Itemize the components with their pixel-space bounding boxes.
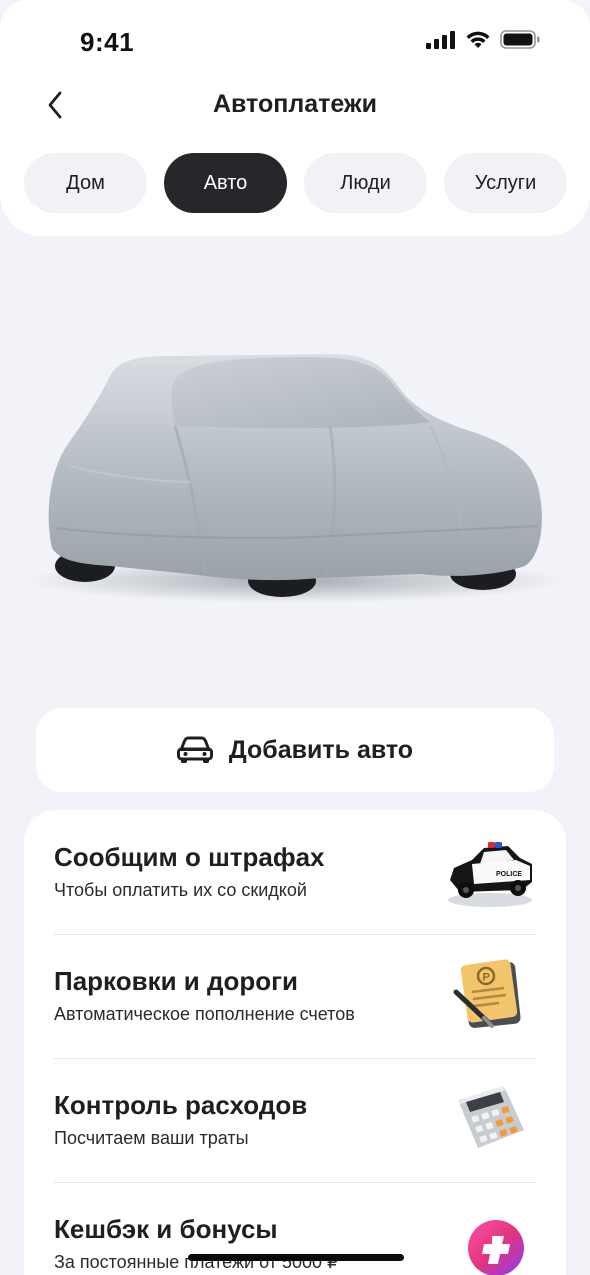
feature-cashback[interactable]: Кешбэк и бонусы За постоянные платежи от… — [54, 1182, 536, 1275]
police-car-icon: POLICE — [448, 842, 532, 907]
add-car-button[interactable]: Добавить авто — [36, 708, 554, 792]
tab-services[interactable]: Услуги — [444, 153, 567, 213]
wifi-icon — [466, 31, 490, 48]
battery-icon — [500, 30, 540, 49]
feature-title: Контроль расходов — [54, 1090, 308, 1120]
status-time: 9:41 — [80, 27, 135, 57]
feature-title: Сообщим о штрафах — [54, 842, 325, 872]
covered-car-image — [25, 354, 565, 603]
feature-fines[interactable]: Сообщим о штрафах Чтобы оплатить их со с… — [54, 810, 536, 934]
add-car-label: Добавить авто — [228, 735, 414, 764]
header-card: 9:41 Автоплатежи Дом Авто Люди Услуги — [0, 0, 590, 236]
tab-people[interactable]: Люди — [304, 153, 427, 213]
app-screen: 9:41 Автоплатежи Дом Авто Люди Услуги До… — [0, 0, 590, 1275]
home-indicator[interactable] — [188, 1254, 404, 1261]
navigation-bar: Автоплатежи — [0, 76, 590, 136]
feature-subtitle: Посчитаем ваши траты — [54, 1128, 249, 1148]
tab-home[interactable]: Дом — [24, 153, 147, 213]
svg-text:P: P — [483, 972, 490, 984]
status-icons — [426, 30, 540, 49]
feature-title: Кешбэк и бонусы — [54, 1214, 278, 1244]
feature-title: Парковки и дороги — [54, 966, 298, 996]
feature-subtitle: Чтобы оплатить их со скидкой — [54, 880, 307, 900]
feature-subtitle: Автоматическое пополнение счетов — [54, 1004, 355, 1024]
signal-icon — [426, 30, 455, 49]
covered-car-illustration — [0, 236, 590, 706]
calculator-icon — [458, 1086, 524, 1148]
page-title: Автоплатежи — [212, 90, 378, 118]
car-icon — [176, 736, 213, 763]
status-bar: 9:41 — [0, 0, 590, 80]
tab-auto[interactable]: Авто — [164, 153, 287, 213]
svg-text:POLICE: POLICE — [496, 871, 522, 878]
category-tabs: Дом Авто Люди Услуги — [24, 153, 569, 213]
cashback-plus-icon — [468, 1220, 524, 1275]
feature-parking[interactable]: Парковки и дороги Автоматическое пополне… — [54, 934, 536, 1058]
feature-expenses[interactable]: Контроль расходов Посчитаем ваши траты — [54, 1058, 536, 1182]
features-list: Сообщим о штрафах Чтобы оплатить их со с… — [24, 810, 566, 1275]
parking-ticket-icon: P — [453, 959, 521, 1028]
